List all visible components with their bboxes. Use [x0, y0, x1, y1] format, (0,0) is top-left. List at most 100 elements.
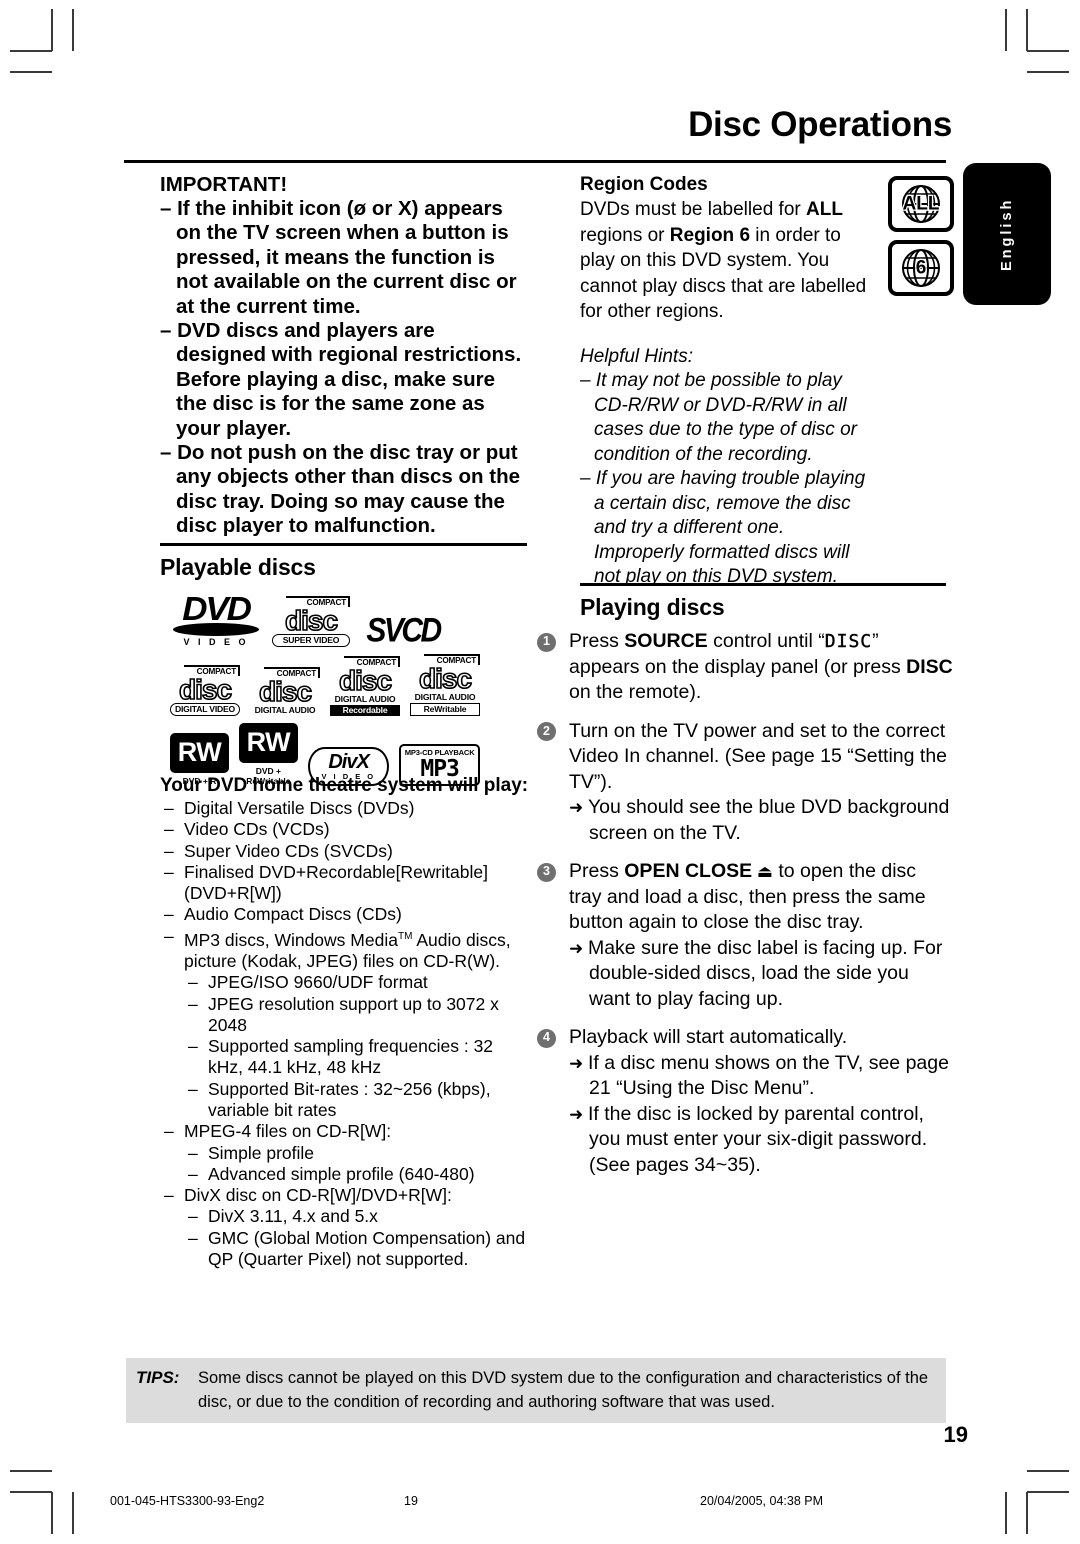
list-dash: –: [188, 1142, 198, 1163]
section-divider: [580, 583, 946, 586]
crop-mark-top-right-v2: [1026, 9, 1028, 51]
list-item-text: DivX disc on CD-R[W]/DVD+R[W]:: [184, 1185, 452, 1206]
list-item: – Finalised DVD+Recordable[Rewritable] (D…: [160, 862, 532, 905]
step-emphasis: SOURCE: [624, 630, 708, 652]
lcd-display-text: DISC: [824, 631, 873, 652]
crop-mark-bottom-left-h2: [10, 1470, 52, 1472]
step-note-text: If a disc menu shows on the TV, see page…: [587, 1051, 949, 1100]
list-dash: –: [188, 1227, 198, 1248]
sub-list-item-text: JPEG/ISO 9660/UDF format: [208, 972, 428, 993]
language-tab: English: [963, 163, 1051, 305]
sub-list-item-text: Supported Bit-rates : 32~256 (kbps), var…: [208, 1078, 491, 1120]
rw-logo-box: RW: [238, 723, 298, 763]
divx-logo-word: DivX: [328, 751, 369, 773]
step-emphasis: OPEN CLOSE: [624, 860, 753, 882]
cd-logo-mid: disc: [178, 674, 233, 705]
sub-list: – DivX 3.11, 4.x and 5.x – GMC (Global Moti…: [184, 1206, 532, 1270]
list-item: – DivX disc on CD-R[W]/DVD+R[W]: – DivX 3.1…: [160, 1185, 532, 1270]
crop-mark-bottom-left-h: [10, 1491, 52, 1493]
list-item-text: Audio Compact Discs (CDs): [184, 904, 402, 925]
helpful-hint-item: – If you are having trouble playing a ce…: [580, 468, 866, 587]
region-codes-emphasis: Region 6: [669, 224, 751, 246]
tips-label: TIPS:: [136, 1368, 180, 1387]
sub-list: – JPEG/ISO 9660/UDF format – JPEG resolutio…: [184, 972, 532, 1121]
step-text-run: on the remote).: [569, 681, 702, 703]
step-text: Press OPEN CLOSE ⏏ to open the disc tray…: [569, 860, 926, 933]
crop-mark-bottom-right-h2: [1027, 1470, 1069, 1472]
sub-list-item: – Supported Bit-rates : 32~256 (kbps), va…: [184, 1079, 532, 1122]
step-text-run: Turn on the TV power and set to the corr…: [569, 719, 948, 793]
sub-list-item: – JPEG/ISO 9660/UDF format: [184, 972, 532, 993]
playable-list-block: Your DVD home theatre system will play: …: [160, 774, 532, 1270]
list-dash: –: [188, 1078, 198, 1099]
crop-mark-top-right-h: [1027, 50, 1069, 52]
cd-logo-sub: DIGITAL VIDEO: [170, 703, 240, 716]
playable-list: – Digital Versatile Discs (DVDs) – Video CD…: [160, 798, 532, 1270]
step-text-run: Press: [569, 630, 625, 652]
sub-list-item-text: JPEG resolution support up to 3072 x 204…: [208, 993, 499, 1035]
list-dash: –: [188, 1036, 198, 1057]
trademark-mark: TM: [397, 930, 413, 942]
arrow-icon: ➜: [569, 798, 588, 817]
crop-mark-top-left-h2: [10, 71, 52, 73]
helpful-hints: Helpful Hints: – It may not be possible t…: [580, 345, 870, 590]
helpful-hint-item: – It may not be possible to play CD-R/RW…: [580, 370, 857, 465]
super-video-cd-logo: COMPACT disc SUPER VIDEO: [272, 596, 350, 647]
region-all-badge-label: ALL: [901, 193, 940, 215]
crop-mark-top-left-v2: [72, 9, 74, 51]
footer-filename: 001-045-HTS3300-93-Eng2: [110, 1494, 265, 1508]
sub-list-item-text: DivX 3.11, 4.x and 5.x: [208, 1206, 378, 1227]
list-dash: –: [188, 1163, 198, 1184]
rw-logo-box: RW: [170, 733, 229, 773]
cd-logo-sub2: Recordable: [330, 705, 400, 716]
left-column: IMPORTANT! – If the inhibit icon (ø or X…: [160, 172, 527, 539]
arrow-icon: ➜: [569, 1053, 588, 1073]
playing-step: 2 Turn on the TV power and set to the cor…: [533, 719, 953, 847]
tips-text: Some discs cannot be played on this DVD …: [198, 1369, 929, 1411]
step-number: 3: [537, 862, 556, 882]
sub-list-item: – JPEG resolution support up to 3072 x 20…: [184, 994, 532, 1037]
cd-rewritable-logo: COMPACT disc DIGITAL AUDIO ReWritable: [410, 654, 480, 716]
region-all-badge: ALL: [888, 176, 954, 232]
helpful-hints-heading: Helpful Hints:: [580, 345, 693, 367]
important-heading: IMPORTANT!: [160, 173, 288, 196]
sub-list-item: – GMC (Global Motion Compensation) and QP…: [184, 1228, 532, 1271]
playing-step: 1 Press SOURCE control until “DISC” appea…: [533, 629, 953, 706]
cd-logo-mid: disc: [284, 605, 339, 636]
region-codes-body: DVDs must be labelled for ALL regions or…: [580, 197, 870, 325]
disc-logo-grid: DVD V I D E O COMPACT disc SUPER VIDEO S…: [170, 592, 490, 793]
page-number: 19: [943, 1422, 968, 1447]
list-item: – Audio Compact Discs (CDs): [160, 904, 532, 925]
list-dash: –: [164, 1121, 174, 1142]
playing-step: 3 Press OPEN CLOSE ⏏ to open the disc tra…: [533, 859, 953, 1012]
cd-recordable-logo: COMPACT disc DIGITAL AUDIO Recordable: [330, 656, 400, 716]
document-page: Disc Operations English ALL 6 IMPORTANT!…: [0, 0, 1080, 1544]
region-6-badge: 6: [888, 240, 954, 296]
step-note: ➜ Make sure the disc label is facing up.…: [569, 936, 953, 1013]
tips-box: TIPS: Some discs cannot be played on thi…: [126, 1358, 946, 1423]
disc-logo-row-2: COMPACT disc DIGITAL VIDEO COMPACT disc …: [170, 654, 490, 716]
step-note-text: You should see the blue DVD background s…: [587, 796, 950, 844]
playable-discs-section-head: Playable discs: [160, 543, 527, 581]
list-item: – Super Video CDs (SVCDs): [160, 841, 532, 862]
eject-icon: ⏏: [752, 862, 773, 881]
sub-list-item-text: Supported sampling frequencies : 32 kHz,…: [208, 1036, 494, 1078]
step-note-text: Make sure the disc label is facing up. F…: [587, 936, 943, 1010]
print-footer: 001-045-HTS3300-93-Eng2 19 20/04/2005, 0…: [0, 1494, 1080, 1514]
sub-list: – Simple profile – Advanced simple profile …: [184, 1143, 532, 1186]
list-item-text: Video CDs (VCDs): [184, 819, 330, 840]
arrow-icon: ➜: [569, 938, 588, 958]
region-codes-text: DVDs must be labelled for: [580, 199, 806, 220]
crop-mark-top-left-h: [10, 50, 52, 52]
sub-list-item-text: Simple profile: [208, 1142, 315, 1163]
playing-discs-section-head: Playing discs: [580, 583, 946, 621]
step-text-run: control until “: [707, 630, 825, 652]
step-number: 1: [537, 632, 556, 652]
list-dash: –: [164, 925, 174, 946]
title-divider: [124, 160, 946, 163]
list-item: – MP3 discs, Windows MediaTM Audio discs,…: [160, 926, 532, 1122]
list-item-text: Super Video CDs (SVCDs): [184, 840, 393, 861]
region-codes-text: regions or: [580, 224, 670, 246]
sub-list-item: – DivX 3.11, 4.x and 5.x: [184, 1206, 532, 1227]
step-number: 4: [537, 1028, 556, 1048]
